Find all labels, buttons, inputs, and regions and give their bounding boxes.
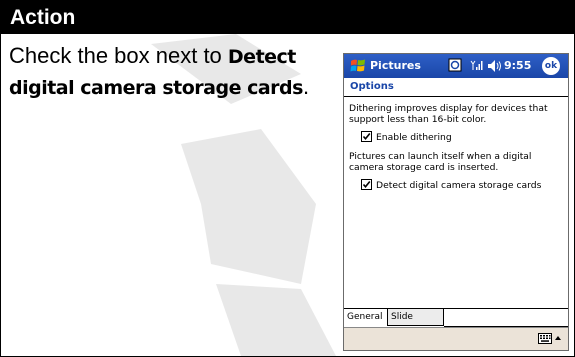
up-arrow-icon[interactable]	[554, 334, 562, 342]
ok-button[interactable]: ok	[542, 57, 560, 75]
tab-bar-rest	[444, 309, 568, 327]
tab-bar: General Slide Show	[344, 308, 568, 339]
clock[interactable]: 9:55	[504, 59, 531, 72]
checkmark-icon	[362, 132, 371, 141]
instruction-suffix: .	[302, 74, 310, 99]
volume-icon[interactable]	[487, 59, 503, 73]
windows-flag-icon[interactable]	[350, 58, 366, 74]
device-screen: Pictures 9:55 ok Options Dithering impro…	[343, 53, 569, 351]
keyboard-icon[interactable]	[538, 333, 552, 344]
instruction-text: Check the box next to Detect digital cam…	[9, 41, 329, 103]
tab-general[interactable]: General	[344, 309, 388, 326]
section-header: Action	[1, 1, 574, 34]
detect-cards-checkbox[interactable]	[361, 179, 372, 190]
dithering-description: Dithering improves display for devices t…	[349, 103, 548, 125]
menu-bar	[344, 327, 568, 350]
signal-icon[interactable]	[469, 58, 483, 72]
page-frame: Action Check the box next to Detect digi…	[0, 0, 575, 357]
enable-dithering-checkbox[interactable]	[361, 131, 372, 142]
launch-description: Pictures can launch itself when a digita…	[349, 151, 532, 173]
tab-slide-show[interactable]: Slide Show	[388, 309, 444, 339]
enable-dithering-label[interactable]: Enable dithering	[376, 132, 452, 143]
title-bar: Pictures 9:55 ok	[344, 54, 568, 78]
heading-divider	[344, 96, 568, 97]
connectivity-icon[interactable]	[448, 58, 462, 72]
page-heading: Options	[350, 81, 394, 92]
checkmark-icon	[362, 180, 371, 189]
app-title: Pictures	[370, 59, 421, 72]
detect-cards-label[interactable]: Detect digital camera storage cards	[376, 180, 541, 191]
instruction-prefix: Check the box next to	[9, 43, 228, 68]
